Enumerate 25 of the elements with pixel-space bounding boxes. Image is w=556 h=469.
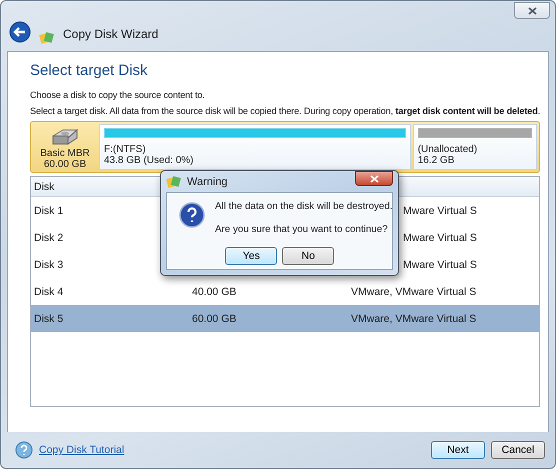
dialog-message: All the data on the disk will be destroyed. [215,201,393,212]
disk-name: Disk 2 [34,232,64,244]
disk-type: Basic MBR [40,148,90,159]
partition-detail: 43.8 GB (Used: 0%) [104,155,194,166]
partition-name: (Unallocated) [418,144,478,155]
disk-name: Disk 3 [34,258,64,270]
dialog-question: Are you sure that you want to continue? [215,224,389,235]
disk-model: VMware, VMware Virtual S [351,312,476,324]
disk-name: Disk 5 [34,312,64,324]
window-title: Copy Disk Wizard [63,27,158,41]
disk-size: 60.00 GB [44,159,86,170]
disk-size: 60.00 GB [192,312,236,324]
disk-model: Mware Virtual S [403,232,477,244]
partition-detail: 16.2 GB [418,155,456,166]
page-heading: Select target Disk [30,62,149,79]
intro-text: Choose a disk to copy the source content to. [30,89,205,101]
disk-name: Disk 1 [34,204,64,216]
disk-name: Disk 4 [34,286,64,298]
notice-text: Select a target disk. All data from the source disk will be copied there. During copy operation, target disk content will be deleted. [30,105,540,117]
disk-model: VMware, VMware Virtual S [351,286,476,298]
partition-name: F:(NTFS) [104,144,147,155]
disk-model: Mware Virtual S [403,204,477,216]
dialog-title: Warning [187,176,228,188]
disk-size: 40.00 GB [192,286,236,298]
disk-model: Mware Virtual S [403,258,477,270]
